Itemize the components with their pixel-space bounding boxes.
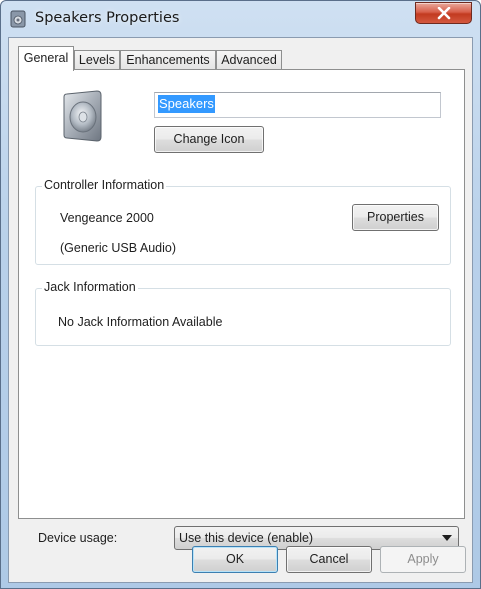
tab-enhancements[interactable]: Enhancements — [120, 50, 216, 70]
chevron-down-icon — [442, 535, 452, 541]
close-button[interactable] — [415, 2, 472, 24]
change-icon-button[interactable]: Change Icon — [154, 126, 264, 153]
device-name-input[interactable]: Speakers — [154, 92, 441, 118]
controller-name: Vengeance 2000 — [60, 211, 154, 225]
controller-type: (Generic USB Audio) — [60, 241, 177, 255]
general-panel: Speakers Change Icon Controller Informat… — [18, 69, 465, 550]
properties-window: Speakers Properties General Levels Enhan… — [0, 0, 481, 589]
controller-info-legend: Controller Information — [42, 178, 167, 192]
controller-properties-button[interactable]: Properties — [352, 204, 439, 231]
title-bar[interactable]: Speakers Properties — [1, 1, 480, 37]
tab-levels[interactable]: Levels — [74, 50, 120, 70]
tab-label: Enhancements — [126, 53, 210, 67]
apply-button[interactable]: Apply — [380, 546, 466, 573]
jack-info-text: No Jack Information Available — [58, 315, 223, 329]
tab-label: Advanced — [221, 53, 277, 67]
dialog-client: General Levels Enhancements Advanced Spe… — [8, 37, 473, 583]
window-title: Speakers Properties — [35, 10, 180, 26]
speaker-icon — [10, 10, 26, 28]
cancel-button[interactable]: Cancel — [286, 546, 372, 573]
device-usage-value: Use this device (enable) — [179, 531, 314, 545]
tab-label: General — [23, 51, 69, 65]
ok-button[interactable]: OK — [192, 546, 278, 573]
close-icon — [437, 7, 451, 20]
controller-info-group: Controller Information Vengeance 2000 (G… — [35, 178, 451, 265]
speaker-icon — [61, 90, 105, 145]
device-name-text: Speakers — [158, 95, 215, 113]
tab-advanced[interactable]: Advanced — [216, 50, 282, 70]
device-usage-label: Device usage: — [38, 531, 118, 545]
jack-info-legend: Jack Information — [42, 280, 138, 294]
tab-general[interactable]: General — [18, 46, 74, 71]
jack-info-group: Jack Information No Jack Information Ava… — [35, 280, 451, 346]
tab-label: Levels — [78, 53, 116, 67]
